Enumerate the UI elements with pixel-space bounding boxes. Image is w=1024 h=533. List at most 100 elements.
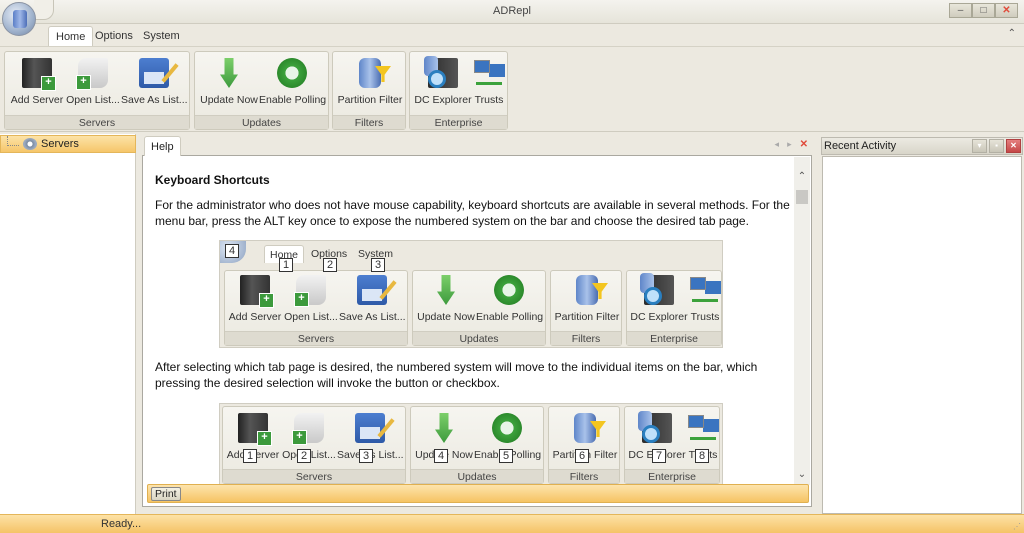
group-label-enterprise: Enterprise [410, 115, 507, 129]
maximize-button[interactable]: □ [972, 3, 995, 18]
resize-grip-icon[interactable]: ⋰ [1013, 522, 1021, 531]
ribbon: Add Server Open List... Save As List... … [0, 46, 1024, 132]
open-list-icon [76, 58, 108, 90]
partition-filter-label: Partition Filter [337, 94, 403, 106]
dc-explorer-icon [638, 411, 672, 443]
illustration-group-updates: Update Now Enable Polling Updates [412, 270, 546, 346]
key-hint-orb: 4 [225, 244, 239, 258]
tab-system[interactable]: System [136, 26, 187, 46]
ribbon-illustration-tabs: 4 Home Options System 1 2 3 Add Server O… [219, 240, 723, 348]
print-button[interactable]: Print [151, 487, 181, 501]
ribbon-tabs: Home Options System ⌃ [0, 24, 1024, 46]
save-as-list-label: Save As List... [121, 94, 188, 106]
key-hint-8: 8 [695, 449, 709, 463]
window-title: ADRepl [493, 5, 531, 17]
key-hint-5: 5 [499, 449, 513, 463]
tree-connector [7, 136, 19, 146]
save-list-icon [139, 58, 169, 88]
refresh-icon [494, 275, 524, 305]
help-document-panel: Help ◂ ▸ ✕ Keyboard Shortcuts For the ad… [140, 134, 816, 512]
status-text: Ready... [101, 518, 142, 530]
illustration-update-now: Update Now [416, 273, 476, 331]
illustration-enable-polling: Enable Polling [476, 273, 544, 331]
key-hint-6: 6 [575, 449, 589, 463]
servers-node-label: Servers [41, 138, 79, 150]
ribbon-group-servers: Add Server Open List... Save As List... … [4, 51, 190, 130]
illustration-group-label: Filters [551, 331, 621, 345]
recent-activity-header: Recent Activity ▾ ▪ ✕ [821, 137, 1023, 155]
ribbon-group-updates: Update Now Enable Polling Updates [194, 51, 329, 130]
enable-polling-button[interactable]: Enable Polling [259, 56, 327, 114]
title-bar: ADRepl – □ ✕ [0, 0, 1024, 24]
tree-node-servers[interactable]: Servers [0, 135, 136, 153]
scroll-down-icon[interactable]: ⌄ [794, 467, 810, 483]
update-arrow-icon [437, 275, 455, 305]
trusts-button[interactable]: Trusts [472, 56, 506, 114]
illustration-label: Update Now [417, 311, 475, 323]
group-label-updates: Updates [195, 115, 328, 129]
scroll-up-icon[interactable]: ⌃ [794, 169, 810, 185]
dc-explorer-button[interactable]: DC Explorer [414, 56, 472, 114]
window-controls: – □ ✕ [949, 3, 1018, 18]
add-server-icon [238, 413, 272, 446]
illustration-label: DC Explorer [630, 311, 688, 323]
save-as-list-button[interactable]: Save As List... [121, 56, 188, 114]
close-panel-icon[interactable]: ✕ [1006, 139, 1021, 153]
illustration-group-label: Servers [223, 469, 405, 483]
pin-icon[interactable]: ▪ [989, 139, 1004, 153]
add-server-button[interactable]: Add Server [9, 56, 65, 114]
illustration-label: Open List... [284, 311, 338, 323]
minimize-button[interactable]: – [949, 3, 972, 18]
partition-filter-button[interactable]: Partition Filter [336, 56, 404, 114]
database-icon [13, 10, 27, 28]
illustration2-group-servers: Add Server Open List... Save As List... … [222, 406, 406, 484]
help-vertical-scrollbar[interactable]: ⌃ ⌄ [794, 157, 810, 485]
add-server-icon [240, 275, 274, 308]
trusts-icon [688, 413, 718, 443]
illustration2-group-enterprise: DC Explorer Trusts Enterprise [624, 406, 720, 484]
illustration-group-enterprise: DC Explorer Trusts Enterprise [626, 270, 722, 346]
illustration2-group-updates: Update Now Enable Polling Updates [410, 406, 544, 484]
illustration-group-label: Updates [411, 469, 543, 483]
status-bar: Ready... ⋰ [0, 514, 1024, 533]
recent-activity-title: Recent Activity [824, 140, 897, 152]
tab-home[interactable]: Home [48, 26, 94, 46]
panel-dropdown-icon[interactable]: ▾ [972, 139, 987, 153]
close-help-tab-icon[interactable]: ✕ [800, 139, 808, 150]
update-arrow-icon [435, 413, 453, 443]
servers-gear-icon [23, 138, 37, 150]
key-hint-options: 2 [323, 258, 337, 272]
close-button[interactable]: ✕ [995, 3, 1018, 18]
recent-activity-list [822, 156, 1022, 514]
open-list-icon [294, 275, 326, 307]
refresh-icon [277, 58, 307, 88]
illustration-label: Save As List... [339, 311, 406, 323]
application-menu-button[interactable] [2, 2, 36, 36]
illustration-label: Enable Polling [476, 311, 544, 323]
illustration2-group-filters: Partition Filter Filters [548, 406, 620, 484]
ribbon-illustration-items: Add Server Open List... Save As List... … [219, 403, 723, 484]
enable-polling-label: Enable Polling [259, 94, 327, 106]
dc-explorer-icon [640, 273, 674, 305]
illustration-save-list: Save As List... [339, 273, 406, 331]
update-now-button[interactable]: Update Now [199, 56, 259, 114]
help-content-box: Keyboard Shortcuts For the administrator… [142, 155, 812, 507]
recent-activity-panel: Recent Activity ▾ ▪ ✕ [820, 134, 1024, 514]
tab-options[interactable]: Options [88, 26, 140, 46]
key-hint-home: 1 [279, 258, 293, 272]
scroll-tabs-right-icon[interactable]: ▸ [787, 139, 792, 150]
group-label-servers: Servers [5, 115, 189, 129]
open-list-button[interactable]: Open List... [65, 56, 121, 114]
scroll-thumb[interactable] [796, 190, 808, 204]
help-footer-bar: Print [147, 484, 809, 503]
help-paragraph-2: After selecting which tab page is desire… [155, 360, 758, 390]
trusts-icon [474, 58, 504, 88]
help-heading: Keyboard Shortcuts [155, 173, 270, 187]
tab-help[interactable]: Help [144, 136, 181, 156]
collapse-ribbon-icon[interactable]: ⌃ [1008, 28, 1016, 39]
illustration-group-label: Servers [225, 331, 407, 345]
illustration-label: Add Server [228, 311, 282, 323]
dc-explorer-icon [424, 56, 458, 88]
scroll-tabs-left-icon[interactable]: ◂ [775, 139, 780, 150]
open-list-label: Open List... [66, 94, 120, 106]
